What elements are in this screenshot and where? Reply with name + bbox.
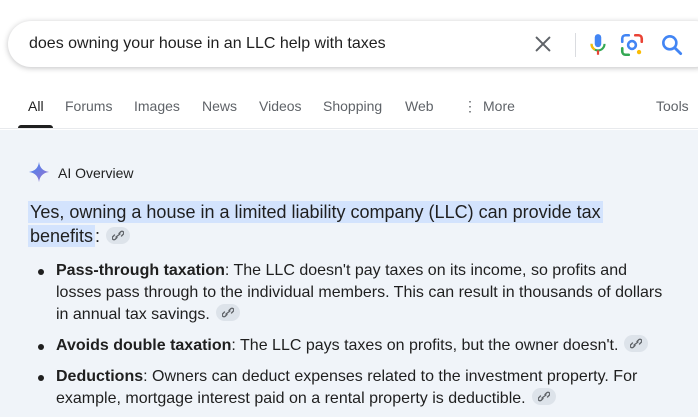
search-tabs: All Forums Images News Videos Shopping W…	[0, 94, 698, 128]
tab-more[interactable]: ⋮ More	[463, 98, 515, 115]
source-link-chip[interactable]	[106, 227, 131, 244]
link-icon	[630, 338, 643, 349]
close-icon[interactable]	[532, 33, 554, 55]
headline-highlight-1: Yes, owning a house in a limited liabili…	[28, 201, 603, 223]
ai-overview-headline: Yes, owning a house in a limited liabili…	[28, 200, 668, 248]
source-link-chip[interactable]	[531, 388, 556, 405]
tab-news[interactable]: News	[202, 98, 237, 114]
source-link-chip[interactable]	[215, 304, 240, 321]
tab-more-label: More	[483, 98, 515, 114]
tab-forums[interactable]: Forums	[65, 98, 112, 114]
link-icon	[537, 391, 550, 402]
search-box[interactable]: does owning your house in an LLC help wi…	[8, 21, 698, 67]
bullet-text: : The LLC pays taxes on profits, but the…	[231, 337, 619, 354]
headline-highlight-2: benefits	[28, 225, 96, 247]
ai-overview-bullets: Pass-through taxation: The LLC doesn't p…	[28, 260, 668, 417]
tab-videos[interactable]: Videos	[259, 98, 302, 114]
tab-web[interactable]: Web	[405, 98, 434, 114]
bullet-term: Deductions	[56, 368, 144, 385]
link-icon	[221, 307, 234, 318]
search-header: does owning your house in an LLC help wi…	[0, 0, 698, 129]
tab-images[interactable]: Images	[134, 98, 180, 114]
ai-overview-title: AI Overview	[58, 165, 134, 181]
search-divider	[575, 33, 576, 57]
search-input[interactable]: does owning your house in an LLC help wi…	[29, 35, 386, 53]
link-icon	[112, 230, 125, 241]
ai-overview-panel: AI Overview Yes, owning a house in a lim…	[0, 130, 698, 417]
tab-all[interactable]: All	[28, 98, 44, 114]
mic-icon[interactable]	[585, 32, 611, 58]
tab-shopping[interactable]: Shopping	[323, 98, 382, 114]
list-item: Pass-through taxation: The LLC doesn't p…	[28, 260, 668, 326]
search-icon[interactable]	[659, 32, 685, 58]
tools-button[interactable]: Tools	[656, 98, 689, 114]
headline-suffix: :	[95, 226, 101, 246]
sparkle-icon	[28, 161, 50, 183]
bullet-term: Pass-through taxation	[56, 262, 225, 279]
source-link-chip[interactable]	[624, 335, 649, 352]
lens-icon[interactable]	[619, 32, 645, 58]
active-tab-indicator	[18, 125, 53, 128]
list-item: Deductions: Owners can deduct expenses r…	[28, 366, 668, 410]
bullet-term: Avoids double taxation	[56, 337, 232, 354]
more-vert-icon: ⋮	[463, 98, 477, 114]
list-item: Avoids double taxation: The LLC pays tax…	[28, 335, 668, 357]
